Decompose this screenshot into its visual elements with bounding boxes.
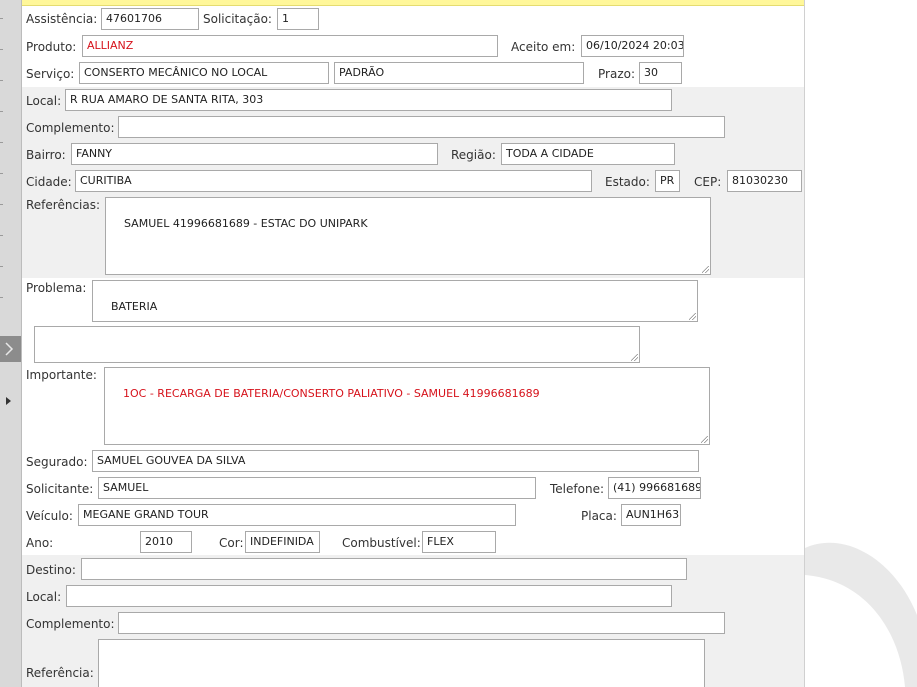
- aceito-em-label: Aceito em:: [511, 40, 576, 54]
- destino-complemento-label: Complemento:: [26, 617, 115, 631]
- servico-tipo-field[interactable]: PADRÃO: [334, 62, 584, 84]
- prazo-field[interactable]: 30: [639, 62, 682, 84]
- servico-field[interactable]: CONSERTO MECÂNICO NO LOCAL: [79, 62, 329, 84]
- solicitante-label: Solicitante:: [26, 482, 94, 496]
- problema-extra-textarea[interactable]: [34, 326, 640, 363]
- service-form: Assistência: 47601706 Solicitação: 1 Pro…: [22, 0, 805, 687]
- telefone-field[interactable]: (41) 996681689: [608, 477, 701, 499]
- assistencia-label: Assistência:: [26, 12, 98, 26]
- solicitante-field[interactable]: SAMUEL: [98, 477, 536, 499]
- assistencia-field[interactable]: 47601706: [101, 8, 199, 30]
- rail-marker: [0, 80, 3, 81]
- rail-marker: [0, 266, 3, 267]
- destino-complemento-field[interactable]: [118, 612, 725, 634]
- combustivel-field[interactable]: FLEX: [422, 531, 496, 553]
- prazo-label: Prazo:: [598, 67, 635, 81]
- cidade-label: Cidade:: [26, 175, 72, 189]
- veiculo-label: Veículo:: [26, 509, 73, 523]
- destino-field[interactable]: [81, 558, 687, 580]
- complemento-label: Complemento:: [26, 121, 115, 135]
- produto-field[interactable]: ALLIANZ: [82, 35, 498, 57]
- caret-right-icon[interactable]: [6, 397, 11, 405]
- regiao-field[interactable]: TODA A CIDADE: [501, 143, 675, 165]
- complemento-field[interactable]: [118, 116, 725, 138]
- estado-field[interactable]: PR: [655, 170, 680, 192]
- resize-grip-icon[interactable]: [689, 313, 696, 320]
- local-label: Local:: [26, 94, 62, 108]
- importante-label: Importante:: [26, 368, 97, 382]
- placa-field[interactable]: AUN1H63: [621, 504, 681, 526]
- form-top-bar: [22, 0, 804, 6]
- regiao-label: Região:: [451, 148, 496, 162]
- referencias-text: SAMUEL 41996681689 - ESTAC DO UNIPARK: [124, 217, 368, 230]
- telefone-label: Telefone:: [550, 482, 604, 496]
- destino-local-label: Local:: [26, 590, 62, 604]
- rail-marker: [0, 111, 3, 112]
- sidebar-toggle-button[interactable]: [0, 336, 21, 362]
- rail-marker: [0, 297, 3, 298]
- destino-local-field[interactable]: [66, 585, 672, 607]
- cor-field[interactable]: INDEFINIDA: [245, 531, 320, 553]
- produto-label: Produto:: [26, 40, 77, 54]
- importante-textarea[interactable]: 1OC - RECARGA DE BATERIA/CONSERTO PALIAT…: [104, 367, 710, 445]
- cep-label: CEP:: [694, 175, 722, 189]
- resize-grip-icon[interactable]: [702, 266, 709, 273]
- cor-label: Cor:: [219, 536, 244, 550]
- resize-grip-icon[interactable]: [631, 354, 638, 361]
- problema-text: BATERIA: [111, 300, 158, 313]
- solicitacao-label: Solicitação:: [203, 12, 272, 26]
- importante-text: 1OC - RECARGA DE BATERIA/CONSERTO PALIAT…: [123, 387, 540, 400]
- problema-label: Problema:: [26, 281, 87, 295]
- local-field[interactable]: R RUA AMARO DE SANTA RITA, 303: [65, 89, 672, 111]
- rail-marker: [0, 204, 3, 205]
- combustivel-label: Combustível:: [342, 536, 421, 550]
- bairro-field[interactable]: FANNY: [71, 143, 438, 165]
- rail-marker: [0, 142, 3, 143]
- destino-label: Destino:: [26, 563, 76, 577]
- problema-textarea[interactable]: BATERIA: [92, 280, 698, 322]
- placa-label: Placa:: [581, 509, 617, 523]
- cep-field[interactable]: 81030230: [727, 170, 802, 192]
- veiculo-field[interactable]: MEGANE GRAND TOUR: [78, 504, 516, 526]
- ano-field[interactable]: 2010: [140, 531, 192, 553]
- referencias-textarea[interactable]: SAMUEL 41996681689 - ESTAC DO UNIPARK: [105, 197, 711, 275]
- background-arc-graphic: [805, 542, 917, 687]
- destino-referencia-label: Referência:: [26, 666, 94, 680]
- chevron-right-icon: [5, 342, 14, 356]
- rail-marker: [0, 235, 3, 236]
- referencias-label: Referências:: [26, 198, 101, 212]
- solicitacao-field[interactable]: 1: [277, 8, 319, 30]
- servico-label: Serviço:: [26, 67, 75, 81]
- cidade-field[interactable]: CURITIBA: [75, 170, 592, 192]
- estado-label: Estado:: [605, 175, 650, 189]
- ano-label: Ano:: [26, 536, 54, 550]
- aceito-em-field[interactable]: 06/10/2024 20:03: [581, 35, 684, 57]
- rail-marker: [0, 49, 3, 50]
- segurado-field[interactable]: SAMUEL GOUVEA DA SILVA: [92, 450, 699, 472]
- segurado-label: Segurado:: [26, 455, 88, 469]
- rail-marker: [0, 18, 3, 19]
- left-sidebar-rail: [0, 0, 22, 687]
- bairro-label: Bairro:: [26, 148, 66, 162]
- rail-marker: [0, 173, 3, 174]
- destino-referencia-textarea[interactable]: [98, 639, 705, 687]
- resize-grip-icon[interactable]: [701, 436, 708, 443]
